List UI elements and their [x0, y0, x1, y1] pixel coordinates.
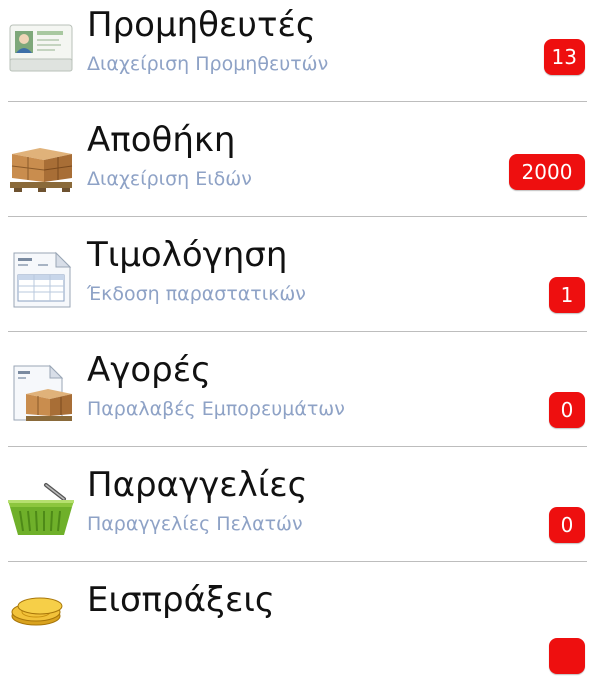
menu-item-warehouse[interactable]: Αποθήκη Διαχείριση Ειδών 2000 [0, 102, 595, 217]
warehouse-boxes-icon [6, 134, 76, 194]
menu-item-orders[interactable]: Παραγγελίες Παραγγελίες Πελατών 0 [0, 447, 595, 562]
count-badge: 0 [549, 392, 585, 428]
menu-item-suppliers[interactable]: Προμηθευτές Διαχείριση Προμηθευτών 13 [0, 0, 595, 102]
menu-item-title: Προμηθευτές [87, 5, 316, 45]
shopping-basket-icon [6, 479, 76, 539]
menu-item-title: Τιμολόγηση [87, 235, 288, 275]
customer-card-icon [6, 19, 76, 79]
menu-item-subtitle: Διαχείριση Προμηθευτών [87, 53, 329, 75]
menu-item-subtitle: Παραγγελίες Πελατών [87, 513, 303, 535]
main-menu-list: Προμηθευτές Διαχείριση Προμηθευτών 13 Απ… [0, 0, 595, 676]
menu-item-subtitle: Παραλαβές Εμπορευμάτων [87, 398, 345, 420]
menu-item-title: Αγορές [87, 350, 212, 390]
menu-item-invoicing[interactable]: Τιμολόγηση Έκδοση παραστατικών 1 [0, 217, 595, 332]
menu-item-title: Παραγγελίες [87, 465, 308, 505]
menu-item-title: Αποθήκη [87, 120, 236, 160]
menu-item-subtitle: Διαχείριση Ειδών [87, 168, 252, 190]
gold-coins-icon [6, 594, 76, 654]
count-badge: 2000 [509, 154, 585, 190]
menu-item-purchases[interactable]: Αγορές Παραλαβές Εμπορευμάτων 0 [0, 332, 595, 447]
count-badge: 1 [549, 277, 585, 313]
count-badge: 0 [549, 507, 585, 543]
invoice-document-icon [6, 249, 76, 309]
menu-item-receipts[interactable]: Εισπράξεις [0, 562, 595, 676]
menu-item-subtitle: Έκδοση παραστατικών [87, 283, 306, 305]
menu-item-title: Εισπράξεις [87, 580, 275, 620]
purchases-icon [6, 364, 76, 424]
count-badge: 13 [543, 39, 585, 75]
count-badge [549, 638, 585, 674]
